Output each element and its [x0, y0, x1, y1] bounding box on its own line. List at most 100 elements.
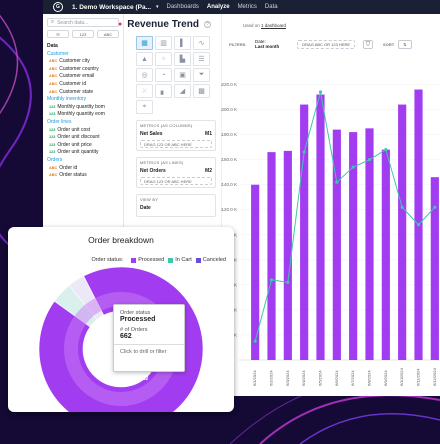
tree-item-label: Order lines	[47, 118, 72, 125]
funnel-viz-icon[interactable]: ⏷	[193, 68, 210, 82]
point-net-orders[interactable]	[367, 158, 372, 162]
bar-net-sales[interactable]	[267, 152, 276, 360]
filters-label: FILTERS	[229, 41, 246, 47]
search-input[interactable]: ⌕ Search data...	[47, 18, 119, 27]
bar-net-sales[interactable]	[381, 149, 390, 360]
text-attribute-icon: ABC	[49, 165, 58, 170]
view-by-date[interactable]: Date	[140, 205, 212, 211]
bar-net-sales[interactable]	[398, 104, 407, 360]
tree-field[interactable]: ABC Order status	[43, 172, 123, 180]
combo-viz-icon[interactable]: ▙	[174, 52, 191, 66]
tree-field[interactable]: 123 Order unit price	[43, 142, 123, 150]
tree-group[interactable]: Orders	[43, 157, 123, 165]
tree-root[interactable]: Data	[43, 43, 123, 51]
point-net-orders[interactable]	[335, 180, 339, 184]
tooltip-drill-hint[interactable]: Click to drill or filter	[120, 349, 178, 355]
bar-net-sales[interactable]	[365, 128, 374, 360]
tree-field[interactable]: ABC Customer id	[43, 81, 123, 89]
filter-numeric-button[interactable]: 123	[72, 30, 94, 38]
bar-net-sales[interactable]	[430, 177, 439, 360]
metric-net-sales[interactable]: Net Sales M1	[140, 131, 212, 137]
tree-group[interactable]: Monthly inventory	[43, 96, 123, 104]
metrics-columns-dropzone[interactable]: DRAG 123 OR ABC HERE	[140, 140, 212, 148]
tree-field[interactable]: ABC Customer state	[43, 89, 123, 97]
tooltip-value-status: Processed	[120, 316, 156, 323]
point-net-orders[interactable]	[269, 278, 274, 282]
point-net-orders[interactable]	[433, 205, 437, 209]
tree-field[interactable]: 123 Order unit discount	[43, 134, 123, 142]
map-pin-viz-icon[interactable]: ⌖	[136, 100, 153, 114]
used-on-link[interactable]: 1 dashboard	[261, 23, 286, 28]
tree-group[interactable]: Order lines	[43, 119, 123, 127]
search-placeholder: Search data...	[57, 19, 89, 26]
tree-field[interactable]: 123 Order unit quantity	[43, 149, 123, 157]
filter-all-button[interactable]: ☷	[47, 30, 69, 38]
area-viz-icon[interactable]: ◢	[174, 84, 191, 98]
heatmap-viz-icon[interactable]: ▩	[193, 84, 210, 98]
x-tick-label: 6/1/2024	[252, 370, 257, 386]
donut-viz-icon[interactable]: ◎	[136, 68, 153, 82]
help-icon[interactable]: ?	[203, 21, 211, 28]
filter-text-button[interactable]: ABC	[97, 30, 119, 38]
funnel-icon[interactable]: ⛉	[363, 39, 374, 49]
scatter-viz-icon[interactable]: ⁘	[155, 52, 172, 66]
nav-metrics[interactable]: Metrics	[238, 4, 257, 10]
pyramid-viz-icon[interactable]: ▲	[136, 52, 153, 66]
tree-field[interactable]: 123 Monthly quantity bom	[43, 104, 123, 112]
tree-item-label: Order unit quantity	[57, 149, 99, 156]
tree-field[interactable]: 123 Order unit cost	[43, 127, 123, 135]
point-net-orders[interactable]	[318, 90, 323, 94]
workspace-name[interactable]: 1. Demo Workspace (Pa...	[72, 4, 151, 11]
list-viz-icon[interactable]: ☰	[193, 52, 210, 66]
point-net-orders[interactable]	[384, 148, 388, 152]
tree-field[interactable]: ABC Customer country	[43, 66, 123, 74]
tree-group[interactable]: Customer	[43, 51, 123, 59]
bar-viz-icon[interactable]: ▥	[155, 36, 172, 50]
waterfall-viz-icon[interactable]: ▖	[155, 84, 172, 98]
table-viz-icon[interactable]: ▦	[136, 36, 153, 50]
date-filter[interactable]: Date: Last month	[255, 39, 279, 49]
metric-net-orders[interactable]: Net Orders M2	[140, 168, 212, 174]
point-net-orders[interactable]	[416, 223, 421, 227]
nav-analyze[interactable]: Analyze	[207, 4, 230, 10]
metrics-lines-dropzone[interactable]: DRAG 123 OR ABC HERE	[140, 177, 212, 185]
nav-dashboards[interactable]: Dashboards	[167, 4, 199, 10]
point-net-orders[interactable]	[400, 205, 404, 209]
bar-net-sales[interactable]	[251, 184, 260, 360]
chevron-down-icon[interactable]: ▾	[156, 4, 159, 10]
sort-button[interactable]: ⇅	[398, 39, 412, 49]
tree-field[interactable]: 123 Monthly quantity eom	[43, 111, 123, 119]
config-panel: ▦ ▥ ▌ ∿ ▲ ⁘ ▙ ☰ ◎ ◔ ▣ ⏷ ⁙ ▖ ◢ ▩ ⌖ METRIC…	[136, 36, 216, 250]
y-tick-label: $200.0 K	[221, 107, 237, 112]
nav-data[interactable]: Data	[265, 4, 278, 10]
tree-field[interactable]: ABC Order id	[43, 165, 123, 173]
line-viz-icon[interactable]: ∿	[193, 36, 210, 50]
point-net-orders[interactable]	[286, 280, 290, 284]
tree-item-label: Customer id	[59, 80, 87, 87]
tree-field[interactable]: ABC Customer city	[43, 58, 123, 66]
metrics-columns-section: METRICS (AS COLUMNS) Net Sales M1 DRAG 1…	[136, 120, 216, 151]
x-tick-label: 6/9/2024	[383, 370, 388, 386]
metrics-columns-header: METRICS (AS COLUMNS)	[140, 123, 193, 128]
tooltip-value-orders: 662	[120, 333, 132, 340]
point-net-orders[interactable]	[253, 339, 257, 343]
bubble-viz-icon[interactable]: ⁙	[136, 84, 153, 98]
insight-title-text[interactable]: Revenue Trend	[127, 19, 199, 30]
date-filter-value: Last month	[255, 44, 280, 49]
app-logo-icon[interactable]: G	[53, 2, 63, 12]
point-net-orders[interactable]	[351, 165, 355, 169]
tree-field[interactable]: ABC Customer email	[43, 73, 123, 81]
text-attribute-icon: ABC	[49, 66, 58, 71]
filter-dropzone[interactable]: DRAG ABC OR 123 HERE	[297, 39, 356, 49]
metric-net-orders-tag: M2	[205, 168, 212, 174]
bar-net-sales[interactable]	[316, 94, 325, 361]
column-viz-icon[interactable]: ▌	[174, 36, 191, 50]
point-net-orders[interactable]	[302, 150, 306, 154]
text-attribute-icon: ABC	[49, 89, 58, 94]
pie-viz-icon[interactable]: ◔	[155, 68, 172, 82]
bar-net-sales[interactable]	[283, 150, 292, 360]
treemap-viz-icon[interactable]: ▣	[174, 68, 191, 82]
metric-net-sales-tag: M1	[205, 131, 212, 137]
view-by-date-label: Date	[140, 205, 151, 211]
x-tick-label: 6/6/2024	[334, 370, 339, 386]
